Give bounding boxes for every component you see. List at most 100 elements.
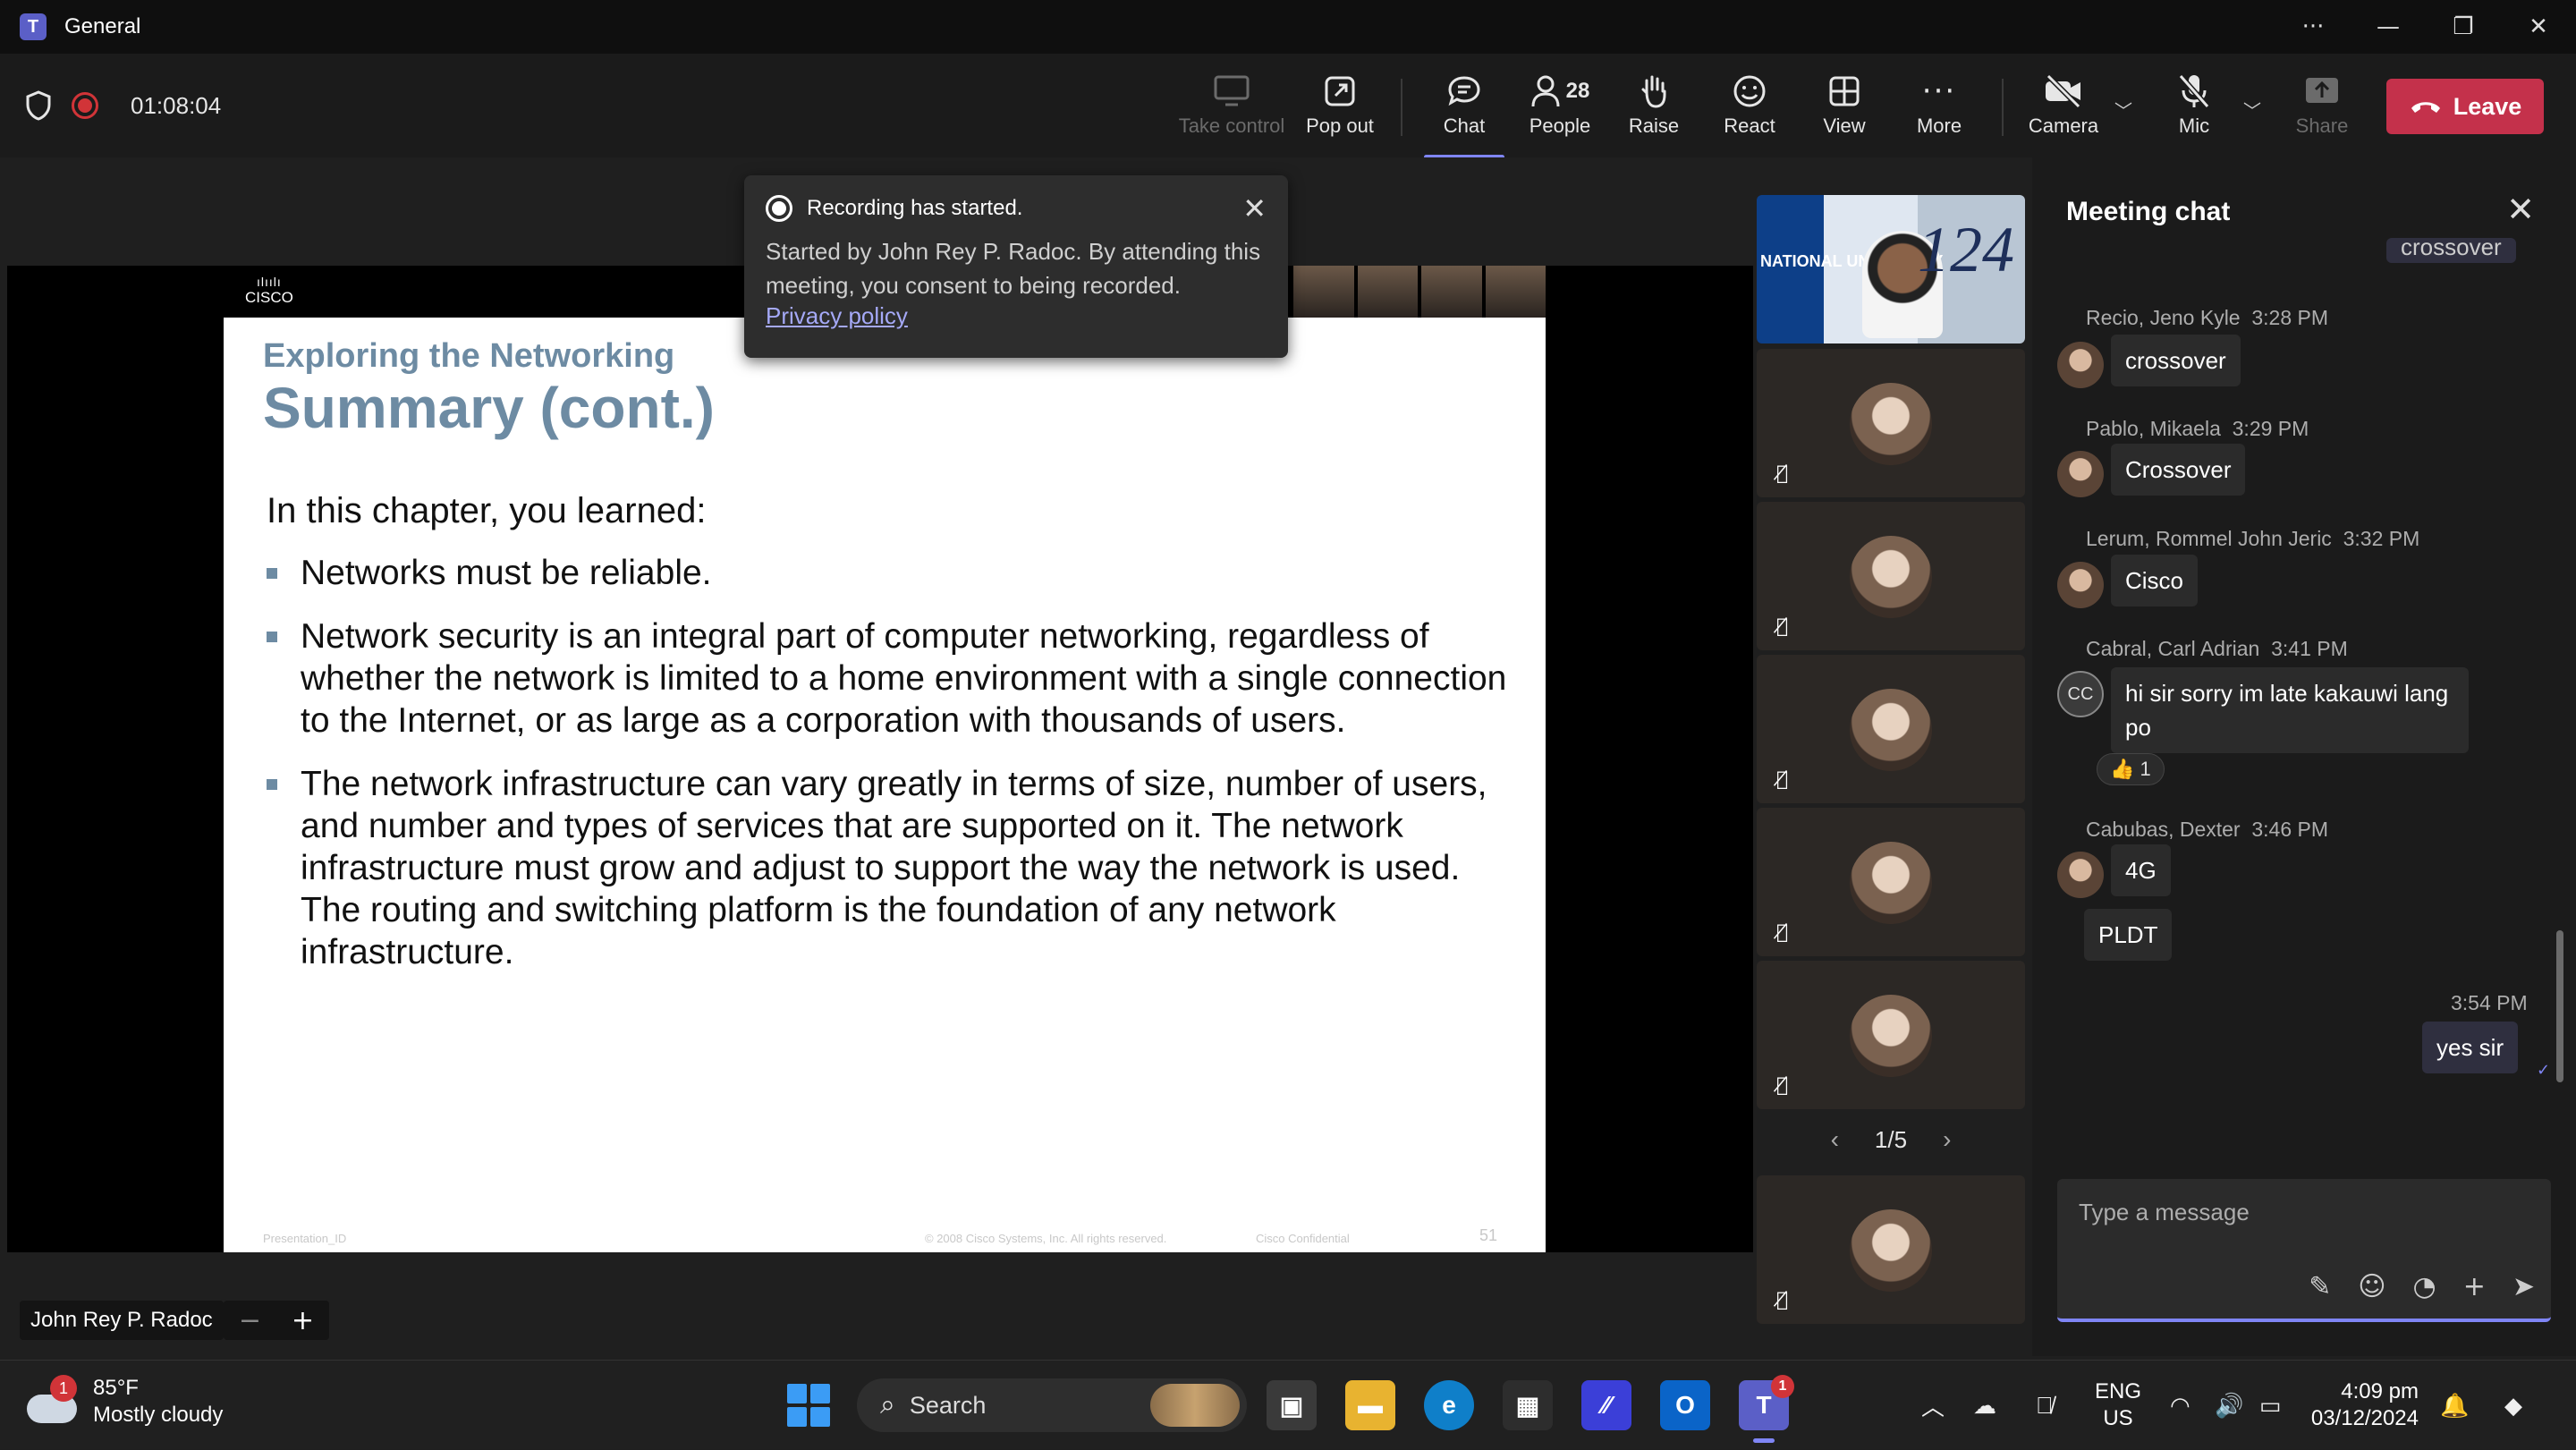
- participant-tile[interactable]: 🎙̸: [1757, 655, 2025, 803]
- edge-browser-icon[interactable]: e: [1424, 1380, 1474, 1430]
- react-button[interactable]: React: [1700, 70, 1799, 147]
- wifi-icon[interactable]: ◠: [2170, 1361, 2190, 1450]
- send-icon[interactable]: ➤: [2512, 1271, 2535, 1302]
- mic-button[interactable]: Mic: [2145, 70, 2243, 147]
- recording-indicator-icon: [72, 92, 98, 119]
- mic-muted-tray-icon[interactable]: 🎙̸: [2036, 1361, 2054, 1450]
- muted-mic-icon: 🎙̸: [1776, 768, 1789, 791]
- raise-hand-icon: [1641, 75, 1666, 108]
- participant-tile[interactable]: 🎙̸: [1757, 502, 2025, 650]
- view-button[interactable]: View: [1795, 70, 1894, 147]
- meeting-timer: 01:08:04: [131, 91, 222, 119]
- more-button[interactable]: ··· More: [1890, 70, 1988, 147]
- minimize-button[interactable]: —: [2351, 0, 2426, 54]
- cloud-icon: 1: [27, 1375, 80, 1423]
- weather-alert-badge: 1: [50, 1375, 77, 1402]
- slide-bullet: Network security is an integral part of …: [267, 615, 1510, 742]
- raise-hand-button[interactable]: Raise: [1605, 70, 1703, 147]
- show-hidden-icons-icon[interactable]: ︿: [1921, 1361, 1945, 1450]
- participant-tile[interactable]: 🎙̸: [1757, 808, 2025, 956]
- camera-options-chevron-icon[interactable]: ﹀: [2114, 97, 2132, 123]
- restore-button[interactable]: ❐: [2426, 0, 2501, 54]
- message-composer[interactable]: Type a message ✎ ☺ ◔ + ➤: [2057, 1179, 2551, 1322]
- recording-notification: Recording has started. ✕ Started by John…: [744, 175, 1288, 358]
- volume-icon[interactable]: 🔊: [2215, 1361, 2243, 1450]
- chat-scrollbar[interactable]: [2556, 930, 2563, 1082]
- more-options-icon[interactable]: ···: [2275, 0, 2351, 54]
- chat-button[interactable]: Chat: [1415, 70, 1513, 159]
- pop-out-icon: [1325, 76, 1355, 106]
- format-icon[interactable]: ✎: [2309, 1271, 2331, 1302]
- previous-page-icon[interactable]: ‹: [1831, 1125, 1839, 1154]
- close-chat-icon[interactable]: ✕: [2506, 190, 2535, 229]
- avatar: [1850, 842, 1932, 924]
- close-window-button[interactable]: ✕: [2501, 0, 2576, 54]
- windows-start-icon[interactable]: [787, 1384, 830, 1427]
- notifications-bell-icon[interactable]: 🔔: [2440, 1361, 2469, 1450]
- grid-view-icon: [1829, 76, 1860, 106]
- system-clock[interactable]: 4:09 pm 03/12/2024: [2308, 1378, 2419, 1432]
- chat-message-meta: Lerum, Rommel John Jeric 3:32 PM: [2086, 527, 2420, 550]
- slide-kicker: Exploring the Networking: [263, 337, 675, 375]
- reaction-badge[interactable]: 👍 1: [2097, 753, 2165, 785]
- input-language[interactable]: ENG US: [2095, 1378, 2141, 1432]
- weather-description: Mostly cloudy: [93, 1403, 224, 1427]
- microsoft-store-icon[interactable]: ▦: [1503, 1380, 1553, 1430]
- battery-icon[interactable]: ▭: [2259, 1361, 2282, 1450]
- share-button[interactable]: Share: [2273, 70, 2371, 147]
- chat-icon: [1448, 76, 1480, 106]
- leave-button[interactable]: Leave: [2386, 79, 2544, 134]
- ellipsis-icon: ···: [1921, 73, 1957, 109]
- camera-button[interactable]: Camera: [2014, 70, 2113, 147]
- mic-options-chevron-icon[interactable]: ﹀: [2243, 97, 2261, 123]
- muted-mic-icon: 🎙̸: [1776, 462, 1789, 485]
- avatar[interactable]: [2057, 562, 2104, 608]
- participant-tile[interactable]: 🎙̸: [1757, 349, 2025, 497]
- chat-message-meta: Cabubas, Dexter 3:46 PM: [2086, 818, 2329, 841]
- slide-photo-strip: [1293, 266, 1546, 318]
- tiles-pager: ‹ 1/5 ›: [1757, 1122, 2025, 1157]
- pop-out-button[interactable]: Pop out: [1291, 70, 1389, 147]
- avatar[interactable]: CC: [2057, 671, 2104, 717]
- shared-screen: ılıılı CISCO Exploring the Networking Su…: [7, 266, 1753, 1252]
- presentation-slide: ılıılı CISCO Exploring the Networking Su…: [224, 266, 1546, 1252]
- app-icon[interactable]: ⁄⁄: [1581, 1380, 1631, 1430]
- task-view-icon[interactable]: ▣: [1267, 1380, 1317, 1430]
- participant-tile[interactable]: 🎙̸: [1757, 1175, 2025, 1324]
- close-notification-icon[interactable]: ✕: [1242, 191, 1267, 225]
- privacy-policy-link[interactable]: Privacy policy: [766, 302, 1267, 330]
- next-page-icon[interactable]: ›: [1943, 1125, 1951, 1154]
- teams-taskbar-icon[interactable]: T1: [1739, 1375, 1794, 1443]
- avatar[interactable]: [2057, 852, 2104, 898]
- chat-message-partial: crossover: [2386, 238, 2516, 263]
- avatar: [1850, 689, 1932, 771]
- meeting-toolbar: 01:08:04 Take control Pop out Chat 28 Pe…: [0, 54, 2576, 159]
- attach-plus-icon[interactable]: +: [2463, 1271, 2486, 1302]
- people-button[interactable]: 28 People: [1511, 70, 1609, 147]
- chat-message: hi sir sorry im late kakauwi lang po: [2111, 667, 2469, 753]
- message-input[interactable]: Type a message: [2079, 1199, 2250, 1226]
- muted-mic-icon: 🎙̸: [1776, 1289, 1789, 1311]
- weather-widget[interactable]: 1 85°F Mostly cloudy: [27, 1375, 223, 1429]
- file-explorer-icon[interactable]: ▬: [1345, 1380, 1395, 1430]
- avatar[interactable]: [2057, 451, 2104, 497]
- take-control-button[interactable]: Take control: [1179, 70, 1284, 147]
- participant-tile[interactable]: 🎙̸: [1757, 961, 2025, 1109]
- windows-taskbar: 1 85°F Mostly cloudy ⌕ Search ▣ ▬ e ▦ ⁄⁄…: [0, 1360, 2576, 1449]
- participant-video-tile[interactable]: NATIONAL UNIVERSITY 124: [1757, 195, 2025, 343]
- taskbar-search[interactable]: ⌕ Search: [857, 1378, 1247, 1432]
- emoji-icon[interactable]: ☺: [2358, 1271, 2385, 1302]
- presenter-name: John Rey P. Radoc: [20, 1301, 224, 1340]
- avatar[interactable]: [2057, 342, 2104, 388]
- chat-message-meta: Cabral, Carl Adrian 3:41 PM: [2086, 637, 2348, 660]
- take-control-icon: [1214, 75, 1250, 106]
- toolbar-divider: [2002, 79, 2004, 136]
- onedrive-icon[interactable]: ☁: [1973, 1361, 1996, 1450]
- loop-component-icon[interactable]: ◔: [2413, 1271, 2436, 1302]
- recording-icon: [766, 195, 792, 222]
- zoom-in-icon[interactable]: +: [292, 1305, 314, 1336]
- outlook-icon[interactable]: O: [1660, 1380, 1710, 1430]
- hang-up-icon: [2411, 102, 2440, 113]
- zoom-out-icon[interactable]: −: [239, 1305, 261, 1336]
- copilot-icon[interactable]: ◆: [2504, 1361, 2522, 1450]
